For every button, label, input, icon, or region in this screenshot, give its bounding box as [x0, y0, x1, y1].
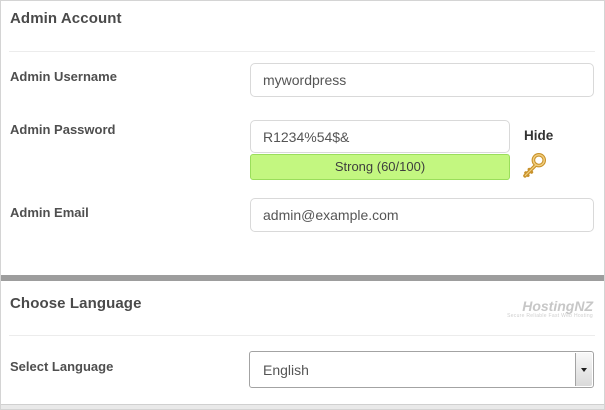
admin-password-label: Admin Password [10, 122, 115, 137]
brand-watermark: HostingNZ Secure Reliable Fast Web Hosti… [507, 299, 593, 319]
panel-bottom-edge [1, 404, 604, 410]
section-divider [9, 335, 595, 336]
admin-email-label: Admin Email [10, 205, 89, 220]
chevron-down-icon [581, 368, 587, 372]
password-strength-meter: Strong (60/100) [250, 154, 510, 180]
section-separator [1, 275, 604, 281]
password-strength-text: Strong (60/100) [335, 159, 425, 174]
admin-email-input[interactable] [250, 198, 594, 232]
select-language-label: Select Language [10, 359, 113, 374]
language-select-arrow-button[interactable] [575, 353, 592, 386]
language-select[interactable]: English [249, 351, 594, 388]
language-select-value: English [263, 352, 309, 387]
install-form-panel: Admin Account Admin Username Admin Passw… [0, 0, 605, 410]
key-icon[interactable] [519, 152, 547, 180]
admin-password-input[interactable] [250, 120, 510, 153]
admin-account-section-title: Admin Account [10, 10, 122, 27]
section-divider [9, 51, 595, 52]
choose-language-section-title: Choose Language [10, 295, 142, 312]
password-hide-toggle[interactable]: Hide [524, 128, 553, 143]
brand-logo: HostingNZ [507, 299, 593, 314]
admin-username-label: Admin Username [10, 69, 117, 84]
admin-username-input[interactable] [250, 63, 594, 97]
brand-tagline: Secure Reliable Fast Web Hosting [507, 314, 593, 319]
